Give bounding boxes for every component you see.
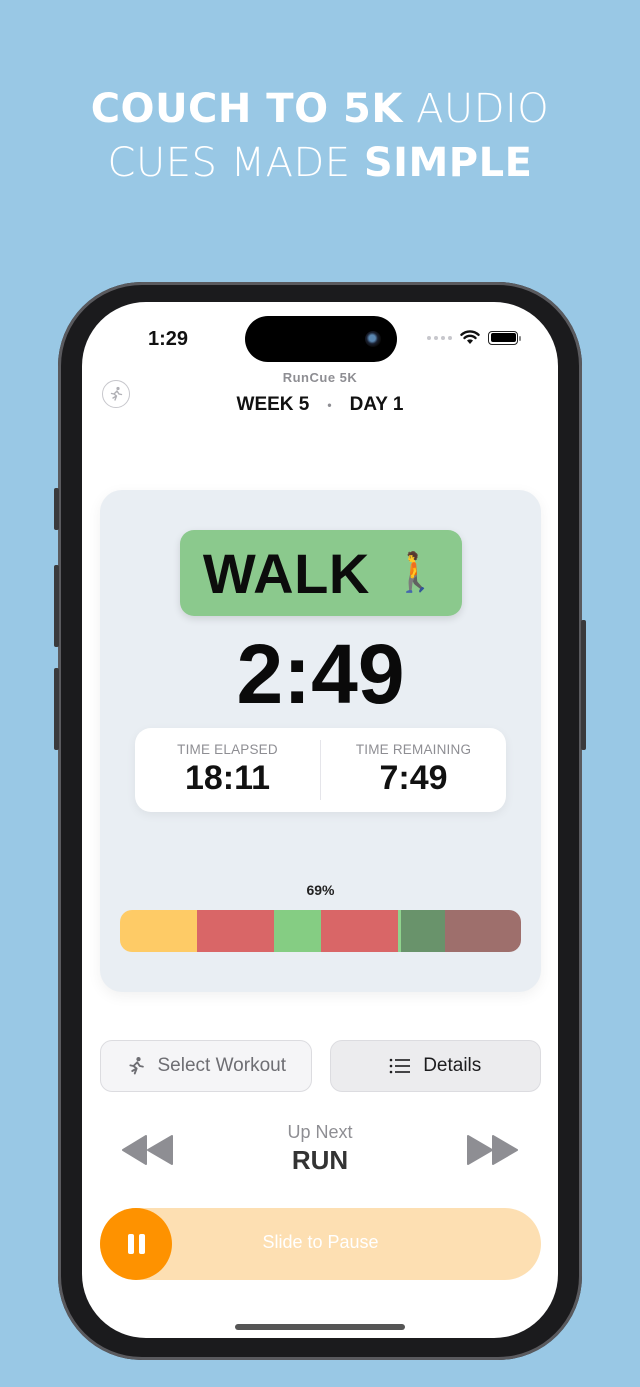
details-button[interactable]: Details [329, 1040, 541, 1092]
current-phase-badge: WALK 🚶 [180, 530, 462, 616]
headline-bold-1: COUCH TO 5K [90, 86, 403, 132]
time-summary: TIME ELAPSED 18:11 TIME REMAINING 7:49 [135, 728, 506, 812]
walking-person-icon: 🚶 [391, 552, 440, 594]
progress-segment-run [320, 910, 398, 952]
week-label: WEEK 5 [236, 394, 310, 415]
pause-slider-handle[interactable] [100, 1208, 172, 1280]
headline-light-2: CUES MADE [107, 140, 351, 186]
time-elapsed-value: 18:11 [184, 759, 271, 797]
time-remaining-label: TIME REMAINING [355, 742, 472, 757]
select-workout-label: Select Workout [157, 1055, 286, 1076]
pause-icon-bar [138, 1234, 145, 1254]
progress-segment-cooldown [445, 910, 521, 952]
runner-icon [128, 1057, 144, 1075]
action-button [54, 488, 59, 530]
time-elapsed: TIME ELAPSED 18:11 [135, 728, 320, 812]
phase-countdown: 2:49 [236, 627, 405, 721]
day-label: DAY 1 [349, 394, 404, 415]
battery-full-icon [488, 330, 521, 345]
headline-line-1: COUCH TO 5K AUDIO [0, 86, 640, 132]
action-buttons: Select Workout Details [100, 1040, 541, 1092]
headline-light-1: AUDIO [416, 86, 550, 132]
select-workout-button[interactable]: Select Workout [100, 1040, 312, 1092]
wifi-icon [460, 330, 480, 344]
app-name: RunCue 5K [282, 370, 358, 385]
power-button [581, 620, 586, 750]
interval-navigation: Up Next RUN [82, 1120, 558, 1190]
current-phase-label: WALK [202, 541, 370, 605]
headline-bold-2: SIMPLE [363, 140, 533, 186]
time-elapsed-label: TIME ELAPSED [177, 742, 278, 757]
status-time: 1:29 [148, 328, 189, 350]
progress-segment-walk [273, 910, 321, 952]
home-indicator[interactable] [235, 1324, 405, 1330]
progress-segment-run [196, 910, 274, 952]
list-icon [389, 1058, 411, 1074]
slide-to-pause[interactable]: Slide to Pause [100, 1208, 541, 1280]
workout-progress-bar [120, 910, 521, 952]
dynamic-island [245, 316, 397, 362]
separator-dot: • [327, 398, 332, 412]
phone-screen: 1:29 RunCue 5K WEEK 5 • DAY 1 WALK 🚶 2:4… [82, 302, 558, 1338]
headline-line-2: CUES MADE SIMPLE [0, 140, 640, 186]
progress-segment-warmup [120, 910, 197, 952]
cellular-dots-icon [427, 335, 452, 340]
week-day-title: WEEK 5 • DAY 1 [82, 394, 558, 416]
progress-segment-walk-remaining [401, 910, 446, 952]
pause-icon-bar [127, 1234, 134, 1254]
workout-card: WALK 🚶 2:49 TIME ELAPSED 18:11 TIME REMA… [100, 490, 541, 992]
time-remaining: TIME REMAINING 7:49 [321, 728, 506, 812]
progress-percent: 69% [306, 882, 335, 898]
next-interval-button[interactable] [466, 1134, 518, 1166]
status-icons [427, 330, 521, 345]
volume-up-button [54, 565, 59, 647]
volume-down-button [54, 668, 59, 750]
details-label: Details [423, 1055, 482, 1076]
time-remaining-value: 7:49 [379, 759, 448, 797]
camera-icon [365, 331, 381, 347]
